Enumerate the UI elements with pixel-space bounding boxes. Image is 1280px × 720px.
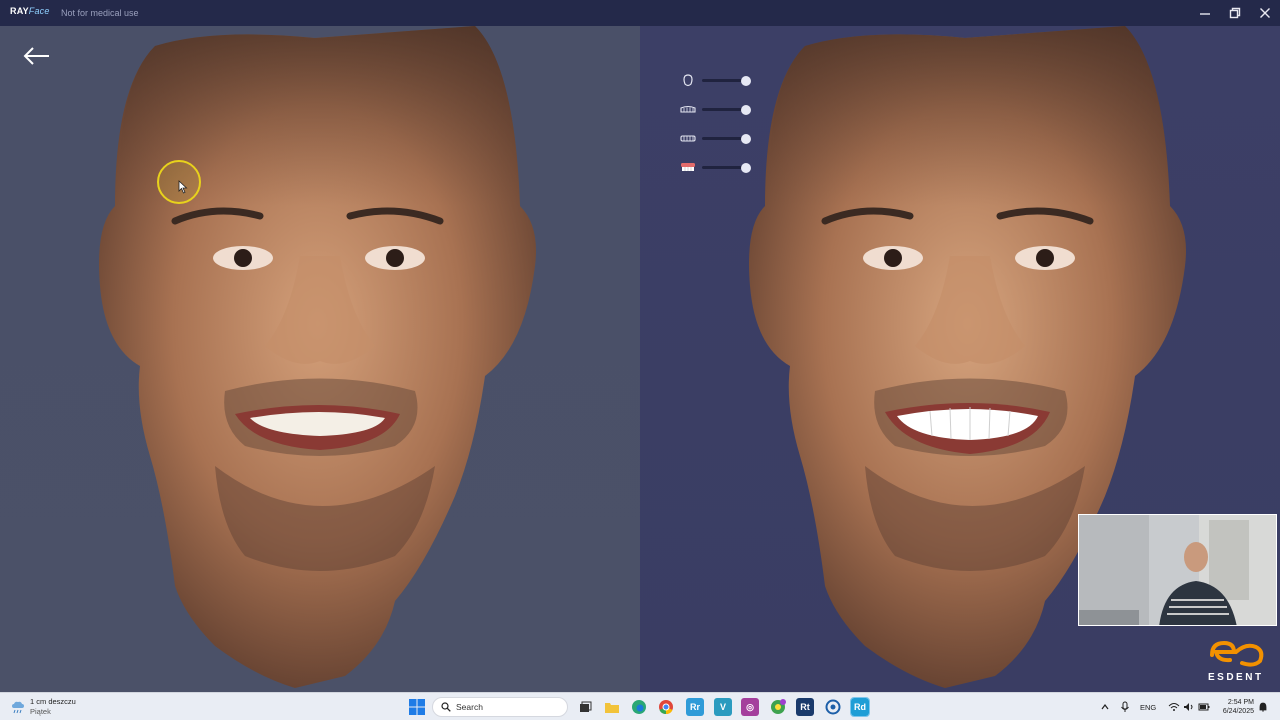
wifi-icon[interactable] (1168, 702, 1180, 712)
original-face-model[interactable] (95, 26, 545, 692)
title-bar: RAYFace Not for medical use (0, 0, 1280, 26)
weather-widget[interactable]: 1 cm deszczu Piątek (10, 697, 76, 717)
slider-thumb[interactable] (741, 104, 751, 115)
face-outline-icon (683, 73, 693, 86)
edge-icon[interactable] (630, 698, 648, 716)
slider-smile-design[interactable] (678, 153, 768, 182)
windows-logo-icon (409, 699, 425, 715)
start-button[interactable] (409, 699, 425, 715)
volume-icon[interactable] (1183, 702, 1195, 712)
battery-icon[interactable] (1198, 702, 1210, 712)
back-button[interactable] (22, 44, 52, 68)
minimize-icon (1200, 13, 1210, 15)
file-explorer-icon[interactable] (603, 698, 621, 716)
slider-lower-teeth[interactable] (678, 124, 768, 153)
slider-thumb[interactable] (741, 75, 751, 86)
slider-face[interactable] (678, 66, 768, 95)
close-button[interactable] (1250, 0, 1280, 26)
presenter-video (1079, 515, 1276, 625)
arrow-left-icon (23, 47, 49, 65)
rt-app-icon[interactable]: Rt (796, 698, 814, 716)
slider-track (702, 108, 746, 111)
search-label: Search (456, 702, 483, 712)
rd-app-icon[interactable]: Rd (850, 697, 870, 717)
slider-track (702, 137, 746, 140)
camera-app-icon[interactable]: ◎ (741, 698, 759, 716)
windows-taskbar: 1 cm deszczu Piątek Search Rr V ◎ Rt Rd (0, 692, 1280, 720)
microphone-icon[interactable] (1120, 701, 1130, 713)
brand-face: Face (28, 6, 50, 16)
esdent-label: ESDENT (1208, 672, 1264, 683)
original-face-viewport[interactable] (0, 26, 640, 692)
upper-teeth-icon (680, 105, 696, 113)
disclaimer-text: Not for medical use (61, 8, 139, 18)
clock-date: 6/24/2025 (1222, 708, 1254, 715)
weather-temp: 1 cm deszczu (30, 697, 76, 706)
layer-sliders (678, 66, 768, 182)
task-view-icon[interactable] (576, 698, 594, 716)
chevron-up-icon[interactable] (1100, 702, 1110, 712)
weather-day: Piątek (30, 707, 51, 716)
minimize-button[interactable] (1190, 0, 1220, 26)
lower-teeth-icon (680, 134, 696, 142)
rayface-app: RAYFace Not for medical use ESDENT 1 cm … (0, 0, 1280, 720)
mouse-cursor-icon (178, 180, 188, 194)
browser-app-icon[interactable] (769, 698, 787, 716)
smile-design-icon (681, 163, 695, 171)
webcam-overlay (1078, 514, 1277, 626)
clock[interactable]: 2:54 PM 6/24/2025 (1212, 698, 1254, 716)
rain-cloud-icon (12, 701, 24, 714)
rayface-icon[interactable]: Rr (686, 698, 704, 716)
chrome-icon[interactable] (657, 698, 675, 716)
vectorworks-icon[interactable]: V (714, 698, 732, 716)
restore-icon (1229, 7, 1241, 19)
taskbar-search[interactable]: Search (432, 697, 568, 717)
search-icon (441, 702, 451, 712)
language-indicator[interactable]: ENG (1140, 703, 1156, 712)
slider-thumb[interactable] (741, 133, 751, 144)
slider-track (702, 166, 746, 169)
settings-app-icon[interactable] (824, 698, 842, 716)
notification-bell-icon[interactable] (1258, 702, 1268, 713)
slider-thumb[interactable] (741, 162, 751, 173)
slider-upper-teeth[interactable] (678, 95, 768, 124)
brand-main: RAY (10, 6, 29, 16)
close-icon (1260, 8, 1270, 18)
system-tray: ENG (1100, 693, 1210, 720)
slider-track (702, 79, 746, 82)
restore-button[interactable] (1220, 0, 1250, 26)
clock-time: 2:54 PM (1227, 699, 1254, 706)
app-logo: RAYFace (10, 6, 50, 16)
